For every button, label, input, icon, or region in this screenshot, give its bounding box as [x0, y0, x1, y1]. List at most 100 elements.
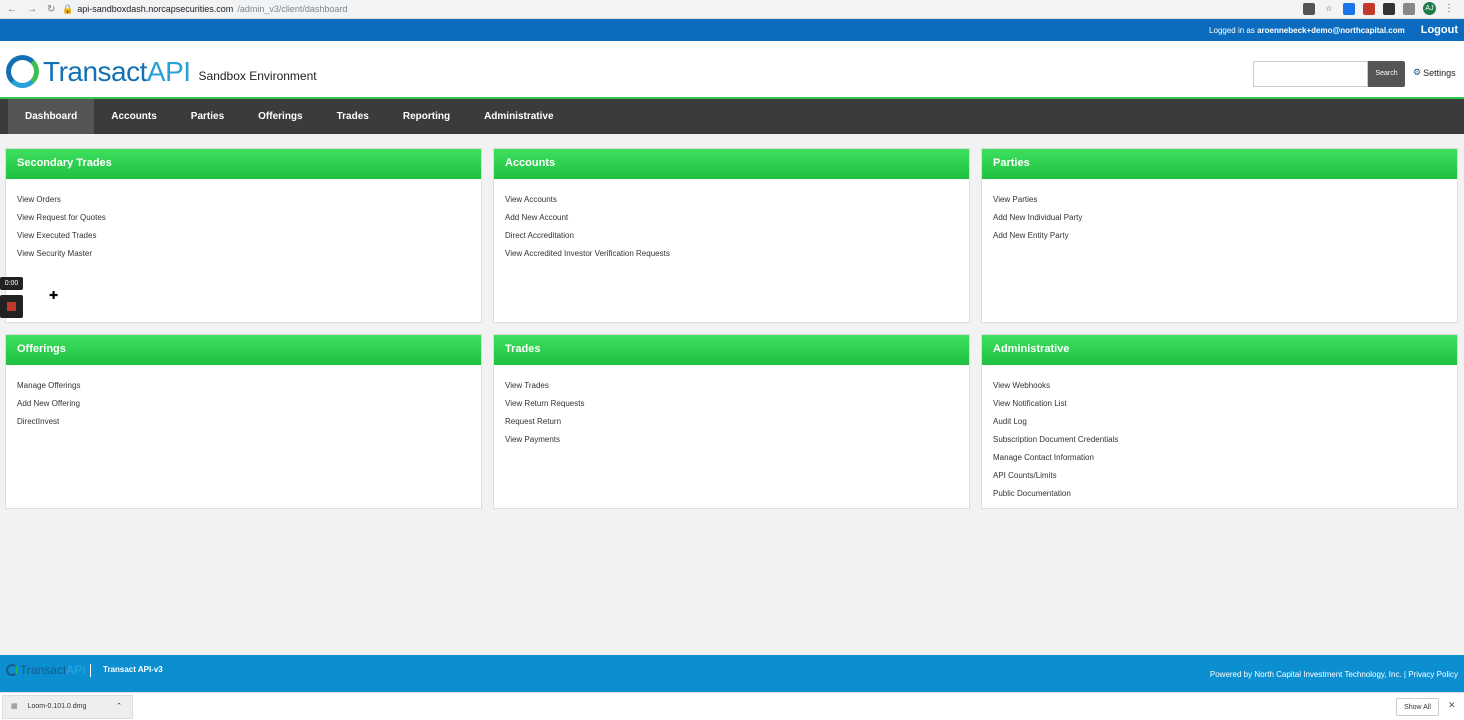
link-manage-contact-information[interactable]: Manage Contact Information — [993, 449, 1457, 467]
link-audit-log[interactable]: Audit Log — [993, 413, 1457, 431]
link-api-counts-limits[interactable]: API Counts/Limits — [993, 467, 1457, 485]
link-view-payments[interactable]: View Payments — [505, 431, 969, 449]
logo-transact: Transact — [43, 55, 147, 87]
link-view-request-for-quotes[interactable]: View Request for Quotes — [17, 209, 481, 227]
panel-secondary-trades: Secondary Trades View Orders View Reques… — [5, 148, 482, 323]
gear-icon: ⚙ — [1413, 67, 1422, 77]
reload-icon[interactable]: ↻ — [47, 4, 55, 15]
panel-links: View Trades View Return Requests Request… — [494, 365, 969, 449]
logged-in-status: Logged in as aroennebeck+demo@northcapit… — [1209, 26, 1405, 35]
puzzle-icon[interactable] — [1403, 2, 1415, 15]
link-request-return[interactable]: Request Return — [505, 413, 969, 431]
panel-title: Offerings — [6, 335, 481, 365]
camera-icon[interactable] — [1303, 2, 1315, 15]
address-bar[interactable]: 🔒 api-sandboxdash.norcapsecurities.com/a… — [62, 4, 347, 15]
nav-offerings[interactable]: Offerings — [241, 99, 319, 134]
link-public-documentation[interactable]: Public Documentation — [993, 485, 1457, 503]
footer-logo-transact: Transact — [20, 663, 67, 677]
user-bar: Logged in as aroennebeck+demo@northcapit… — [0, 19, 1464, 41]
logo-ring-icon — [6, 55, 39, 88]
loom-stop-button[interactable] — [0, 295, 23, 318]
logged-in-label: Logged in as — [1209, 25, 1255, 35]
nav-parties[interactable]: Parties — [174, 99, 241, 134]
loom-timer: 0:00 — [0, 277, 23, 290]
download-filename: Loom-0.101.0.dmg — [27, 703, 87, 710]
link-add-new-individual-party[interactable]: Add New Individual Party — [993, 209, 1457, 227]
panel-title: Accounts — [494, 149, 969, 179]
footer-divider — [90, 664, 91, 677]
menu-icon[interactable]: ⋮ — [1444, 3, 1454, 14]
logout-link[interactable]: Logout — [1421, 24, 1458, 36]
show-all-button[interactable]: Show All — [1396, 698, 1439, 716]
link-subscription-document-credentials[interactable]: Subscription Document Credentials — [993, 431, 1457, 449]
environment-label: Sandbox Environment — [198, 68, 317, 83]
nav-accounts[interactable]: Accounts — [94, 99, 174, 134]
stop-icon — [7, 302, 16, 311]
download-bar: ▦ Loom-0.101.0.dmg ⌃ Show All ✕ — [0, 692, 1464, 720]
search-button[interactable]: Search — [1368, 61, 1405, 87]
transactapi-logo[interactable]: TransactAPI Sandbox Environment — [6, 55, 317, 88]
link-add-new-offering[interactable]: Add New Offering — [17, 395, 481, 413]
settings-link[interactable]: ⚙ Settings — [1413, 67, 1456, 78]
footer-logo-api: API — [66, 663, 86, 677]
link-add-new-account[interactable]: Add New Account — [505, 209, 969, 227]
panel-accounts: Accounts View Accounts Add New Account D… — [493, 148, 970, 323]
url-host: api-sandboxdash.norcapsecurities.com — [77, 4, 234, 14]
panel-links: Manage Offerings Add New Offering Direct… — [6, 365, 481, 431]
panel-links: View Accounts Add New Account Direct Acc… — [494, 179, 969, 263]
link-view-trades[interactable]: View Trades — [505, 377, 969, 395]
nav-reporting[interactable]: Reporting — [386, 99, 467, 134]
extension-icon[interactable] — [1383, 2, 1395, 15]
link-view-notification-list[interactable]: View Notification List — [993, 395, 1457, 413]
site-header: TransactAPI Sandbox Environment Search ⚙… — [0, 41, 1464, 99]
link-directinvest[interactable]: DirectInvest — [17, 413, 481, 431]
link-direct-accreditation[interactable]: Direct Accreditation — [505, 227, 969, 245]
file-icon: ▦ — [11, 703, 18, 710]
link-add-new-entity-party[interactable]: Add New Entity Party — [993, 227, 1457, 245]
panel-parties: Parties View Parties Add New Individual … — [981, 148, 1458, 323]
download-item[interactable]: ▦ Loom-0.101.0.dmg ⌃ — [2, 695, 133, 719]
logo-ring-icon — [6, 664, 18, 676]
nav-trades[interactable]: Trades — [320, 99, 386, 134]
panel-offerings: Offerings Manage Offerings Add New Offer… — [5, 334, 482, 509]
link-manage-offerings[interactable]: Manage Offerings — [17, 377, 481, 395]
main-navigation: Dashboard Accounts Parties Offerings Tra… — [0, 99, 1464, 134]
link-view-accounts[interactable]: View Accounts — [505, 191, 969, 209]
link-view-executed-trades[interactable]: View Executed Trades — [17, 227, 481, 245]
link-view-security-master[interactable]: View Security Master — [17, 245, 481, 263]
profile-avatar[interactable]: AJ — [1423, 2, 1436, 15]
panel-title: Secondary Trades — [6, 149, 481, 179]
panel-title: Trades — [494, 335, 969, 365]
link-view-accredited-investor-verification[interactable]: View Accredited Investor Verification Re… — [505, 245, 969, 263]
search-input[interactable] — [1253, 61, 1368, 87]
extension-icon[interactable] — [1343, 2, 1355, 15]
close-icon[interactable]: ✕ — [1448, 700, 1456, 711]
browser-toolbar: ← → ↻ 🔒 api-sandboxdash.norcapsecurities… — [0, 0, 1464, 19]
panel-links: View Parties Add New Individual Party Ad… — [982, 179, 1457, 245]
panel-links: View Orders View Request for Quotes View… — [6, 179, 481, 263]
site-footer: Transact API Transact API-v3 Powered by N… — [0, 655, 1464, 692]
forward-icon[interactable]: → — [27, 4, 37, 15]
back-icon[interactable]: ← — [7, 4, 17, 15]
link-view-return-requests[interactable]: View Return Requests — [505, 395, 969, 413]
link-view-parties[interactable]: View Parties — [993, 191, 1457, 209]
logo-text: TransactAPI — [43, 56, 191, 88]
star-icon[interactable]: ☆ — [1323, 3, 1335, 15]
panel-trades: Trades View Trades View Return Requests … — [493, 334, 970, 509]
panel-title: Administrative — [982, 335, 1457, 365]
link-view-orders[interactable]: View Orders — [17, 191, 481, 209]
footer-version: Transact API-v3 — [103, 665, 163, 674]
footer-logo[interactable]: Transact API — [6, 663, 86, 677]
nav-administrative[interactable]: Administrative — [467, 99, 570, 134]
browser-nav: ← → ↻ — [7, 4, 62, 15]
settings-label: Settings — [1423, 67, 1456, 78]
chevron-up-icon[interactable]: ⌃ — [116, 696, 122, 718]
lock-icon: 🔒 — [62, 3, 74, 14]
panel-administrative: Administrative View Webhooks View Notifi… — [981, 334, 1458, 509]
user-email: aroennebeck+demo@northcapital.com — [1257, 25, 1405, 35]
link-view-webhooks[interactable]: View Webhooks — [993, 377, 1457, 395]
nav-dashboard[interactable]: Dashboard — [8, 99, 95, 134]
panel-title: Parties — [982, 149, 1457, 179]
footer-powered-by[interactable]: Powered by North Capital Investment Tech… — [1210, 670, 1458, 679]
extension-icon[interactable] — [1363, 2, 1375, 15]
